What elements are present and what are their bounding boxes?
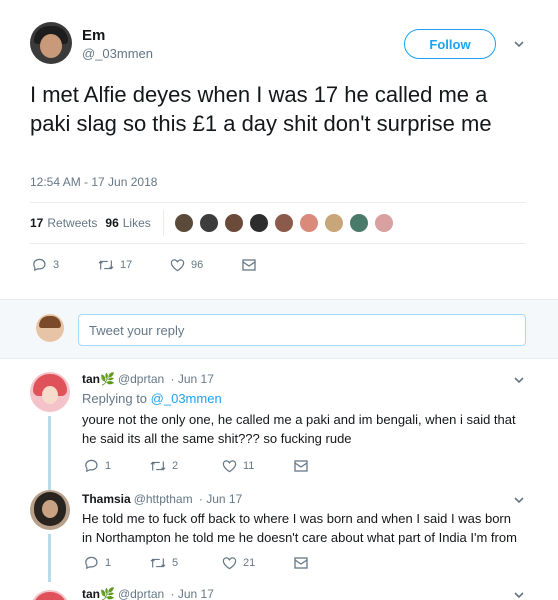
reply-button[interactable]: 1: [84, 458, 150, 473]
divider: [162, 210, 164, 236]
author-name[interactable]: Em: [82, 27, 105, 44]
reply-compose: Tweet your reply: [0, 299, 558, 359]
liker-avatar[interactable]: [198, 213, 219, 233]
liker-avatar[interactable]: [323, 213, 344, 233]
liker-avatar[interactable]: [248, 213, 269, 233]
retweet-icon: [150, 459, 166, 473]
retweet-button[interactable]: 2: [150, 459, 222, 473]
liker-avatar[interactable]: [173, 213, 194, 233]
author-avatar[interactable]: [30, 22, 72, 64]
reply-icon: [84, 555, 99, 570]
leaf-icon: 🌿: [100, 587, 115, 600]
liker-avatar[interactable]: [373, 213, 394, 233]
replying-to: Replying to @_03mmen: [82, 391, 222, 406]
author-handle[interactable]: @_03mmen: [82, 46, 153, 61]
tweet-text: I met Alfie deyes when I was 17 he calle…: [30, 82, 492, 136]
reply-icon: [84, 458, 99, 473]
main-tweet: Em @_03mmen Follow I met Alfie deyes whe…: [0, 0, 558, 290]
tweet-timestamp[interactable]: 12:54 AM - 17 Jun 2018: [30, 175, 157, 189]
reply-tweet[interactable]: tan🌿 @dprtan · Jun 17 Replying to @_03mme…: [0, 360, 558, 482]
retweet-count: 17: [120, 258, 133, 271]
like-button[interactable]: 21: [222, 556, 294, 570]
dm-button[interactable]: [294, 459, 308, 472]
liker-avatar[interactable]: [298, 213, 319, 233]
dm-button[interactable]: [294, 556, 308, 569]
retweet-icon: [98, 258, 114, 272]
dm-button[interactable]: [242, 258, 256, 271]
retweet-icon: [150, 556, 166, 570]
reply-tweet[interactable]: tan🌿 @dprtan · Jun 17: [0, 582, 558, 600]
reply-avatar[interactable]: [30, 590, 70, 600]
reply-author[interactable]: Thamsia @httptham · Jun 17: [82, 492, 242, 506]
envelope-icon: [294, 556, 308, 569]
liker-avatar[interactable]: [348, 213, 369, 233]
liker-avatar[interactable]: [273, 213, 294, 233]
reply-icon: [32, 257, 47, 272]
like-button[interactable]: 11: [222, 459, 294, 473]
thread-line: [48, 416, 51, 482]
envelope-icon: [294, 459, 308, 472]
heart-icon: [170, 258, 185, 272]
chevron-down-icon[interactable]: [513, 589, 525, 600]
leaf-icon: 🌿: [100, 372, 115, 386]
reply-avatar[interactable]: [30, 490, 70, 530]
tweet-stats: 17 Retweets 96 Likes: [30, 208, 399, 238]
reply-actions: 1 2 11: [84, 458, 308, 473]
chevron-down-icon[interactable]: [513, 374, 525, 386]
divider: [30, 202, 526, 203]
reply-actions: 1 5 21: [84, 555, 308, 570]
reply-input[interactable]: Tweet your reply: [78, 314, 526, 346]
mention-link[interactable]: @_03mmen: [151, 391, 222, 406]
like-button[interactable]: 96: [170, 258, 242, 272]
retweet-button[interactable]: 17: [98, 258, 170, 272]
likes-stat[interactable]: 96 Likes: [105, 216, 150, 230]
chevron-down-icon[interactable]: [513, 38, 525, 50]
reply-text: youre not the only one, he called me a p…: [82, 412, 516, 446]
reply-button[interactable]: 1: [84, 555, 150, 570]
liker-avatars: [173, 213, 399, 233]
reply-tweet[interactable]: Thamsia @httptham · Jun 17 He told me to …: [0, 482, 558, 582]
reply-button[interactable]: 3: [32, 257, 98, 272]
envelope-icon: [242, 258, 256, 271]
thread-line: [48, 534, 51, 582]
tweet-actions: 3 17 96: [32, 257, 256, 272]
heart-icon: [222, 556, 237, 570]
reply-text: He told me to fuck off back to where I w…: [82, 511, 517, 545]
liker-avatar[interactable]: [223, 213, 244, 233]
reply-author[interactable]: tan🌿 @dprtan · Jun 17: [82, 372, 214, 386]
reply-avatar[interactable]: [30, 372, 70, 412]
reply-count: 3: [53, 258, 60, 271]
thread-line: [48, 482, 51, 490]
retweets-stat[interactable]: 17 Retweets: [30, 216, 97, 230]
retweet-button[interactable]: 5: [150, 556, 222, 570]
heart-icon: [222, 459, 237, 473]
current-user-avatar: [36, 314, 64, 342]
divider: [30, 243, 526, 244]
follow-button[interactable]: Follow: [404, 29, 496, 59]
reply-author[interactable]: tan🌿 @dprtan · Jun 17: [82, 587, 214, 600]
chevron-down-icon[interactable]: [513, 494, 525, 506]
like-count: 96: [191, 258, 204, 271]
